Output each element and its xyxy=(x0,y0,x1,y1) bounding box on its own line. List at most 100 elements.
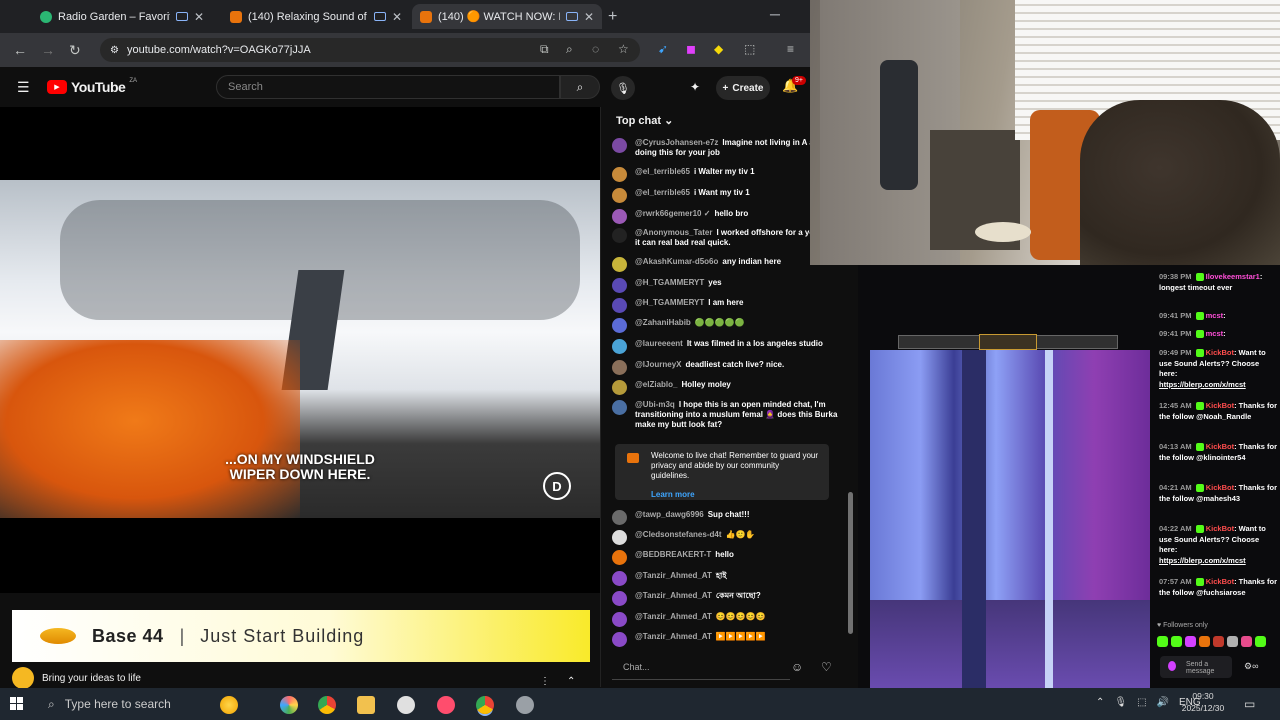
chevron-up-icon[interactable]: ⌃ xyxy=(1096,697,1104,708)
new-tab-button[interactable]: + xyxy=(608,8,617,26)
obs-icon[interactable] xyxy=(397,696,415,714)
extensions-puzzle-icon[interactable]: ⬚ xyxy=(744,42,755,56)
chevron-up-icon[interactable]: ⌃ xyxy=(567,676,575,687)
forward-icon[interactable]: → xyxy=(41,42,55,58)
chat-author-avatar[interactable] xyxy=(612,209,627,224)
chat-author-name[interactable]: @el_terrible65 xyxy=(635,188,690,197)
chat-author-avatar[interactable] xyxy=(612,510,627,525)
emote-icon[interactable] xyxy=(1199,636,1210,647)
game-view[interactable] xyxy=(870,350,1150,688)
chat-message[interactable]: @elZiablo_ Holley moley xyxy=(612,380,844,395)
chat-author-name[interactable]: @Anonymous_Tater xyxy=(635,228,712,237)
chat-author-avatar[interactable] xyxy=(612,228,627,243)
emote-icon[interactable] xyxy=(1185,636,1196,647)
chat-message[interactable]: @laureeeent It was filmed in a los angele… xyxy=(612,339,844,354)
reading-list-icon[interactable]: ≡ xyxy=(787,42,794,56)
kick-chat-message[interactable]: 09:49 PM KickBot: Want to use Sound Aler… xyxy=(1159,348,1277,390)
notification-center-icon[interactable]: ▭ xyxy=(1244,697,1255,711)
chat-author-avatar[interactable] xyxy=(612,530,627,545)
extension-yellow-icon[interactable]: ◆ xyxy=(714,42,723,56)
address-bar[interactable]: ⚙ youtube.com/watch?v=OAGKo77jJJA xyxy=(100,38,640,62)
chat-message[interactable]: @Tanzir_Ahmed_AT ▶️▶️▶️▶️▶️ xyxy=(612,632,844,647)
kick-username[interactable]: Ilovekeemstar1 xyxy=(1206,272,1260,281)
browser-tab-relaxing-sound[interactable]: (140) Relaxing Sound of Ra ✕ xyxy=(222,4,410,29)
chat-author-name[interactable]: @CyrusJohansen-e7z xyxy=(635,138,718,147)
bookmark-star-icon[interactable]: ☆ xyxy=(618,42,629,56)
chat-author-name[interactable]: @BEDBREAKERT-T xyxy=(635,550,711,559)
kick-chat-message[interactable]: 07:57 AM KickBot: Thanks for the follow … xyxy=(1159,577,1277,598)
chat-author-avatar[interactable] xyxy=(612,632,627,647)
chat-scrollbar[interactable] xyxy=(848,492,853,634)
close-tab-icon[interactable]: ✕ xyxy=(194,10,204,24)
chat-author-name[interactable]: @el_terrible65 xyxy=(635,167,690,176)
chat-author-name[interactable]: @lJourneyX xyxy=(635,360,681,369)
chat-author-name[interactable]: @Tanzir_Ahmed_AT xyxy=(635,571,712,580)
chat-author-name[interactable]: @Cledsonstefanes-d4t xyxy=(635,530,721,539)
kick-username[interactable]: KickBot xyxy=(1206,524,1234,533)
close-tab-icon[interactable]: ✕ xyxy=(392,10,402,24)
kick-username[interactable]: KickBot xyxy=(1206,483,1234,492)
chat-message[interactable]: @Tanzir_Ahmed_AT কেমন আছো? xyxy=(612,591,844,606)
chat-message[interactable]: @BEDBREAKERT-T hello xyxy=(612,550,844,565)
chat-message[interactable]: @Tanzir_Ahmed_AT 😊😊😊😊😊 xyxy=(612,612,844,627)
browser-tab-watch-now[interactable]: (140) 🟠 WATCH NOW: Mo ✕ xyxy=(412,4,602,29)
search-button[interactable]: ⌕ xyxy=(560,75,600,99)
kick-chat-message[interactable]: 04:13 AM KickBot: Thanks for the follow … xyxy=(1159,442,1277,463)
kick-send-input[interactable]: Send a message xyxy=(1160,656,1232,678)
chat-author-avatar[interactable] xyxy=(612,360,627,375)
chat-author-avatar[interactable] xyxy=(612,138,627,153)
chat-header[interactable]: Top chat ⌄ xyxy=(600,107,810,135)
chat-message[interactable]: @Cledsonstefanes-d4t 👍🙂✋ xyxy=(612,530,844,545)
learn-more-link[interactable]: Learn more xyxy=(651,490,819,500)
kick-chat-message[interactable]: 04:22 AM KickBot: Want to use Sound Aler… xyxy=(1159,524,1277,566)
site-info-icon[interactable]: ⚙ xyxy=(110,45,119,56)
extension-pink-icon[interactable]: ◼ xyxy=(686,42,696,56)
kick-chat-message[interactable]: 04:21 AM KickBot: Thanks for the follow … xyxy=(1159,483,1277,504)
emote-icon[interactable] xyxy=(1157,636,1168,647)
reload-icon[interactable]: ↻ xyxy=(69,42,81,59)
tab-media-icon[interactable] xyxy=(565,12,578,21)
kick-username[interactable]: KickBot xyxy=(1206,401,1234,410)
chat-author-name[interactable]: @H_TGAMMERYT xyxy=(635,298,704,307)
chat-author-avatar[interactable] xyxy=(612,380,627,395)
chat-author-avatar[interactable] xyxy=(612,550,627,565)
ad-banner[interactable]: Base 44 | Just Start Building xyxy=(12,610,590,662)
chat-author-name[interactable]: @Tanzir_Ahmed_AT xyxy=(635,612,712,621)
menu-icon[interactable]: ☰ xyxy=(17,79,30,96)
chat-author-avatar[interactable] xyxy=(612,167,627,182)
kick-username[interactable]: KickBot xyxy=(1206,577,1234,586)
browser-tab-radio-garden[interactable]: Radio Garden – Favorites ✕ xyxy=(32,4,212,29)
cast-icon[interactable]: ✦ xyxy=(690,80,700,94)
kick-chat-settings-icon[interactable]: ⚙∞ xyxy=(1244,661,1258,672)
kick-chat-message[interactable]: 09:38 PM Ilovekeemstar1: longest timeout… xyxy=(1159,272,1277,293)
minimize-window-button[interactable]: ─ xyxy=(770,6,780,22)
chat-message[interactable]: @H_TGAMMERYT yes xyxy=(612,278,844,293)
chat-author-name[interactable]: @H_TGAMMERYT xyxy=(635,278,704,287)
emote-icon[interactable] xyxy=(1227,636,1238,647)
chat-input[interactable]: Chat... xyxy=(612,656,790,680)
create-button[interactable]: + Create xyxy=(716,76,770,100)
install-app-icon[interactable]: ⧉ xyxy=(540,42,549,57)
emote-icon[interactable] xyxy=(1255,636,1266,647)
chat-author-name[interactable]: @tawp_dawg6996 xyxy=(635,510,704,519)
photos-icon[interactable] xyxy=(280,696,298,714)
search-input[interactable]: Search xyxy=(216,75,560,99)
heart-icon[interactable]: ♡ xyxy=(821,660,832,674)
chat-author-avatar[interactable] xyxy=(612,318,627,333)
chrome-active-icon[interactable] xyxy=(476,696,494,714)
tab-media-icon[interactable] xyxy=(373,12,386,21)
tab-media-icon[interactable] xyxy=(175,12,188,21)
chat-message[interactable]: @lJourneyX deadliest catch live? nice. xyxy=(612,360,844,375)
chat-author-name[interactable]: @rwrk66gemer10 ✓ xyxy=(635,209,710,218)
chat-author-avatar[interactable] xyxy=(612,571,627,586)
voice-search-button[interactable]: 🎙 xyxy=(611,76,635,100)
chrome-icon[interactable] xyxy=(318,696,336,714)
chat-message[interactable]: @Ubi-m3q I hope this is an open minded ch… xyxy=(612,400,844,430)
chat-author-avatar[interactable] xyxy=(612,298,627,313)
file-explorer-icon[interactable] xyxy=(357,696,375,714)
hide-icon[interactable]: ◌ xyxy=(592,42,599,56)
windows-start-icon[interactable] xyxy=(10,697,23,710)
kick-username[interactable]: KickBot xyxy=(1206,442,1234,451)
chat-message[interactable]: @tawp_dawg6996 Sup chat!!! xyxy=(612,510,844,525)
snipping-tool-icon[interactable] xyxy=(437,696,455,714)
